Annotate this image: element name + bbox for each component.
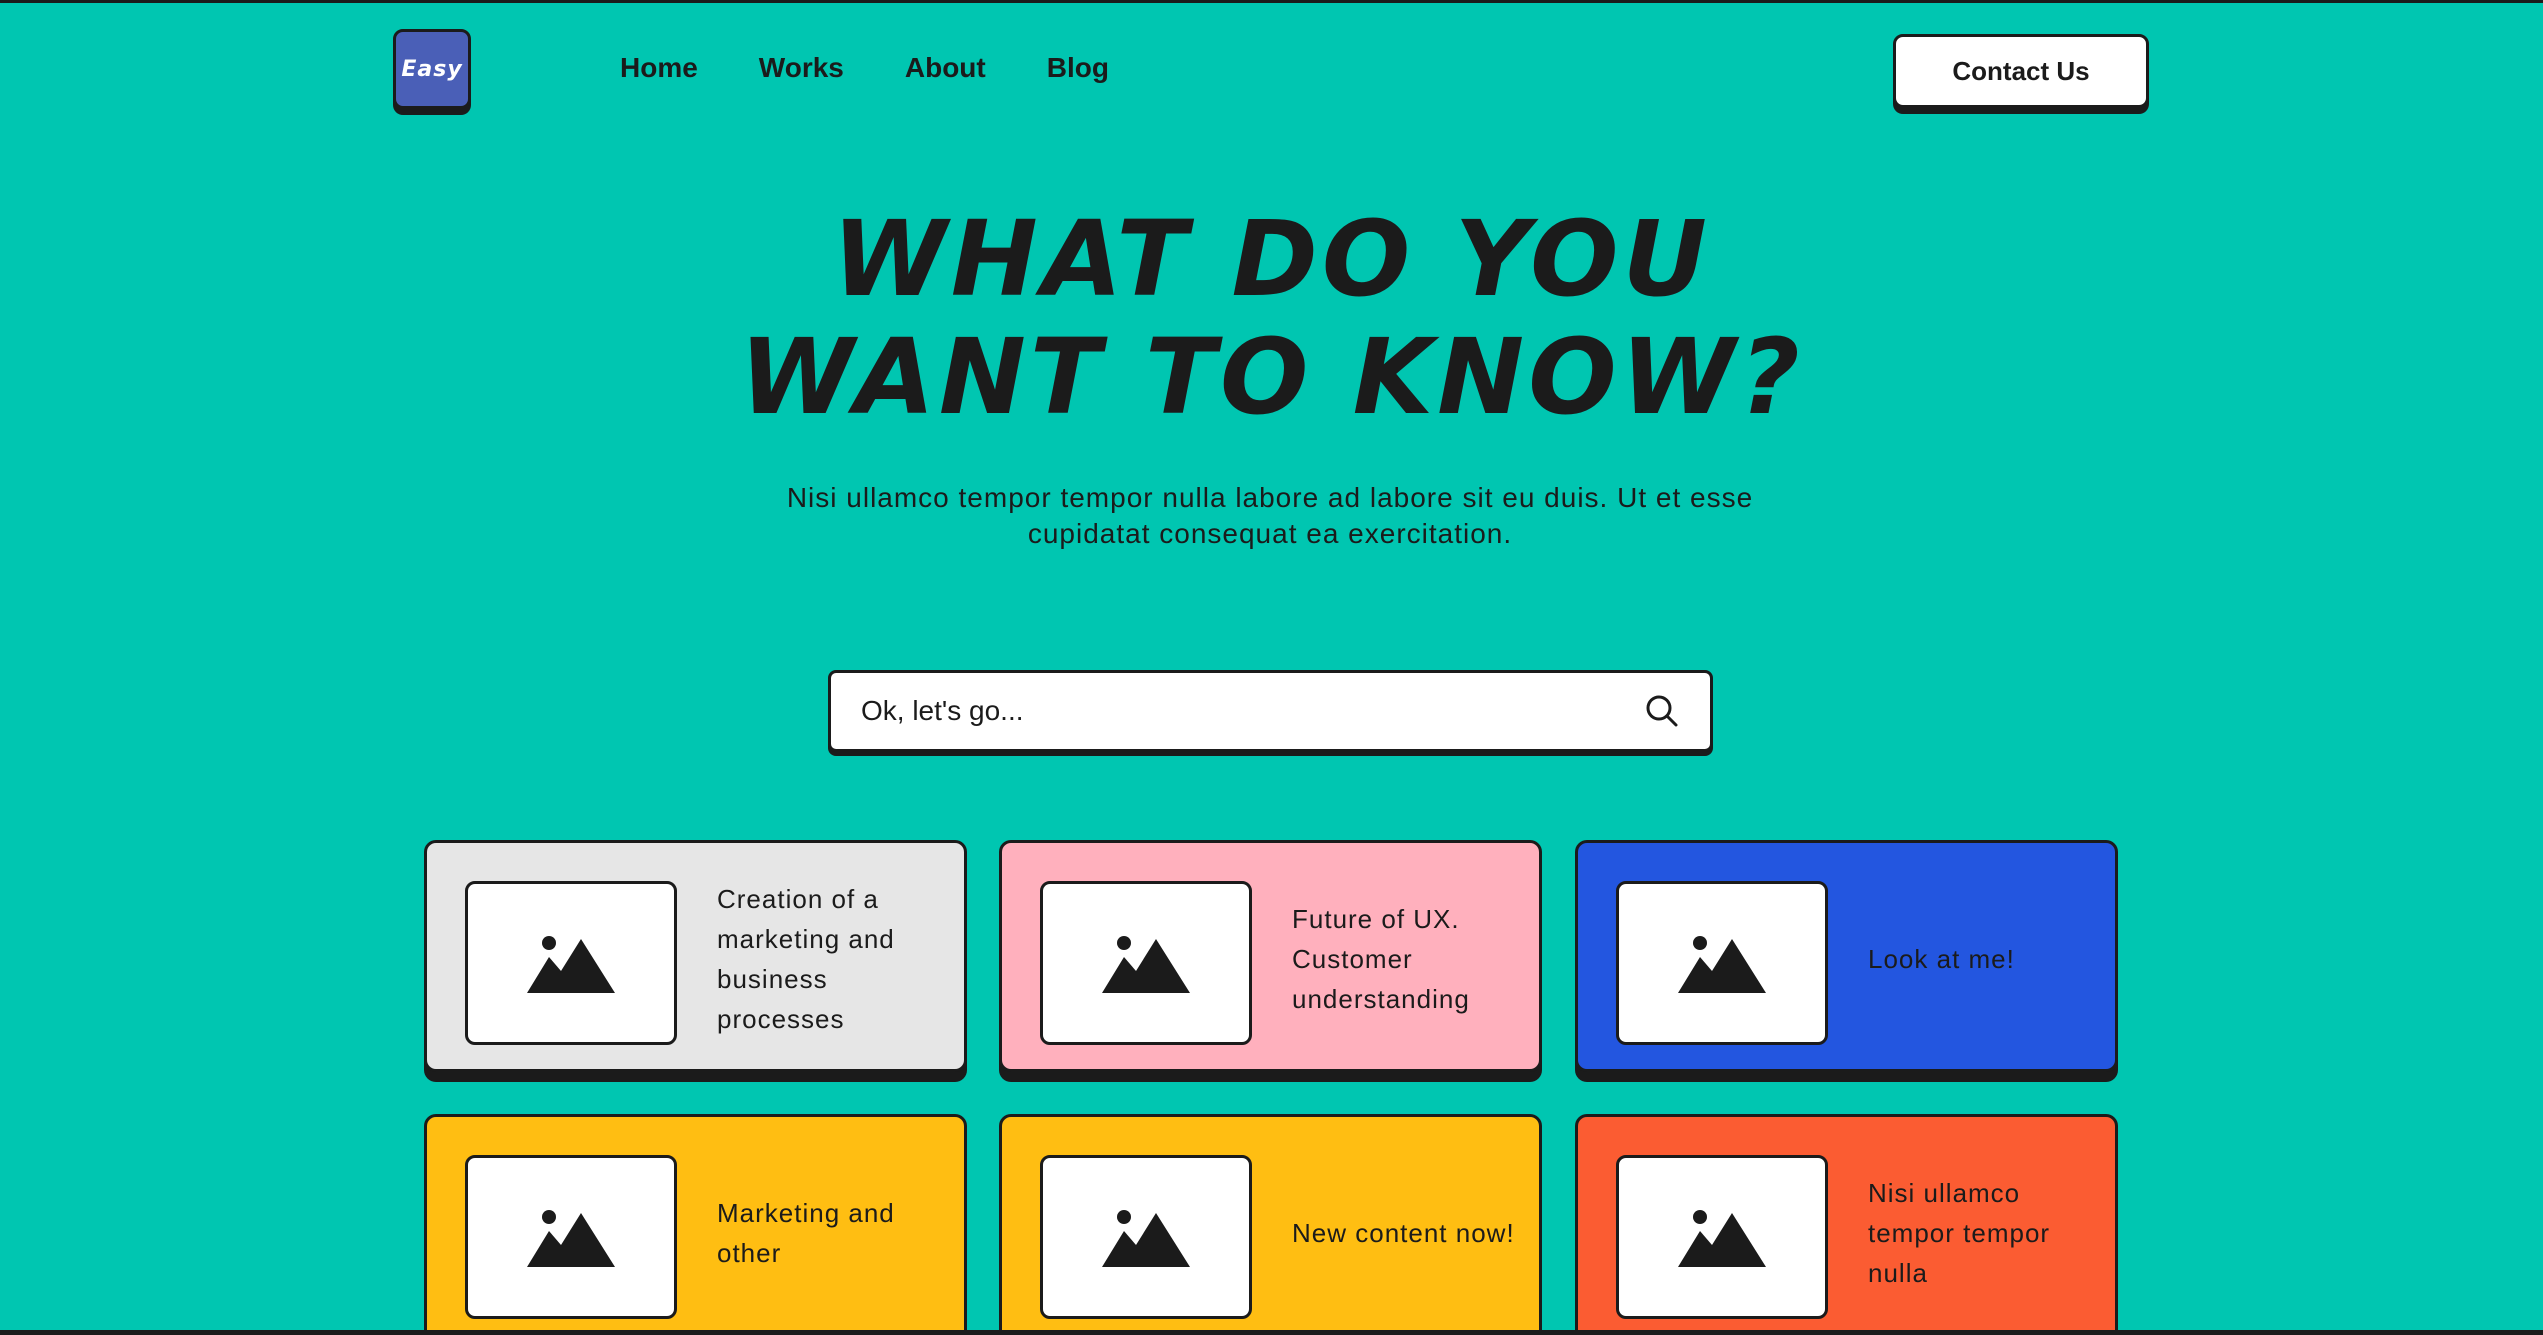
- hero-title-line2: want to know?: [739, 316, 1804, 438]
- image-placeholder: [465, 881, 677, 1045]
- card-item[interactable]: New content now!: [999, 1114, 1542, 1335]
- bottom-border: [0, 1330, 2543, 1335]
- contact-us-label: Contact Us: [1952, 55, 2090, 86]
- image-icon: [1678, 1210, 1766, 1267]
- card-item[interactable]: Future of UX. Customer understanding: [999, 840, 1542, 1072]
- hero-title-line1: What do you: [832, 198, 1711, 320]
- nav-home[interactable]: Home: [620, 52, 698, 84]
- image-placeholder: [465, 1155, 677, 1319]
- top-border: [0, 0, 2543, 3]
- contact-us-button[interactable]: Contact Us: [1893, 34, 2149, 108]
- image-placeholder: [1040, 881, 1252, 1045]
- image-placeholder: [1616, 881, 1828, 1045]
- logo[interactable]: Easy: [393, 29, 471, 109]
- card-item[interactable]: Marketing and other: [424, 1114, 967, 1335]
- card-title: New content now!: [1292, 1218, 1515, 1248]
- search-bar: [828, 670, 1713, 752]
- main-nav: Home Works About Blog: [620, 52, 1170, 84]
- nav-about[interactable]: About: [905, 52, 986, 84]
- image-icon: [527, 936, 615, 993]
- card-title: Future of UX. Customer understanding: [1292, 904, 1470, 1014]
- image-placeholder: [1616, 1155, 1828, 1319]
- search-icon[interactable]: [1644, 693, 1680, 729]
- image-icon: [1102, 1210, 1190, 1267]
- card-item[interactable]: Look at me!: [1575, 840, 2118, 1072]
- image-placeholder: [1040, 1155, 1252, 1319]
- card-title: Nisi ullamco tempor tempor nulla: [1868, 1178, 2051, 1288]
- nav-blog[interactable]: Blog: [1047, 52, 1109, 84]
- card-item[interactable]: Creation of a marketing and business pro…: [424, 840, 967, 1072]
- card-item[interactable]: Nisi ullamco tempor tempor nulla: [1575, 1114, 2118, 1335]
- search-input[interactable]: [861, 695, 1644, 727]
- nav-works[interactable]: Works: [759, 52, 844, 84]
- hero-title: What do you want to know?: [0, 200, 2543, 436]
- card-title: Look at me!: [1868, 944, 2015, 974]
- image-icon: [1102, 936, 1190, 993]
- hero-subtitle: Nisi ullamco tempor tempor nulla labore …: [786, 482, 1754, 549]
- card-title: Creation of a marketing and business pro…: [717, 884, 895, 1034]
- image-icon: [1678, 936, 1766, 993]
- image-icon: [527, 1210, 615, 1267]
- logo-text: Easy: [401, 56, 463, 82]
- card-title: Marketing and other: [717, 1198, 895, 1268]
